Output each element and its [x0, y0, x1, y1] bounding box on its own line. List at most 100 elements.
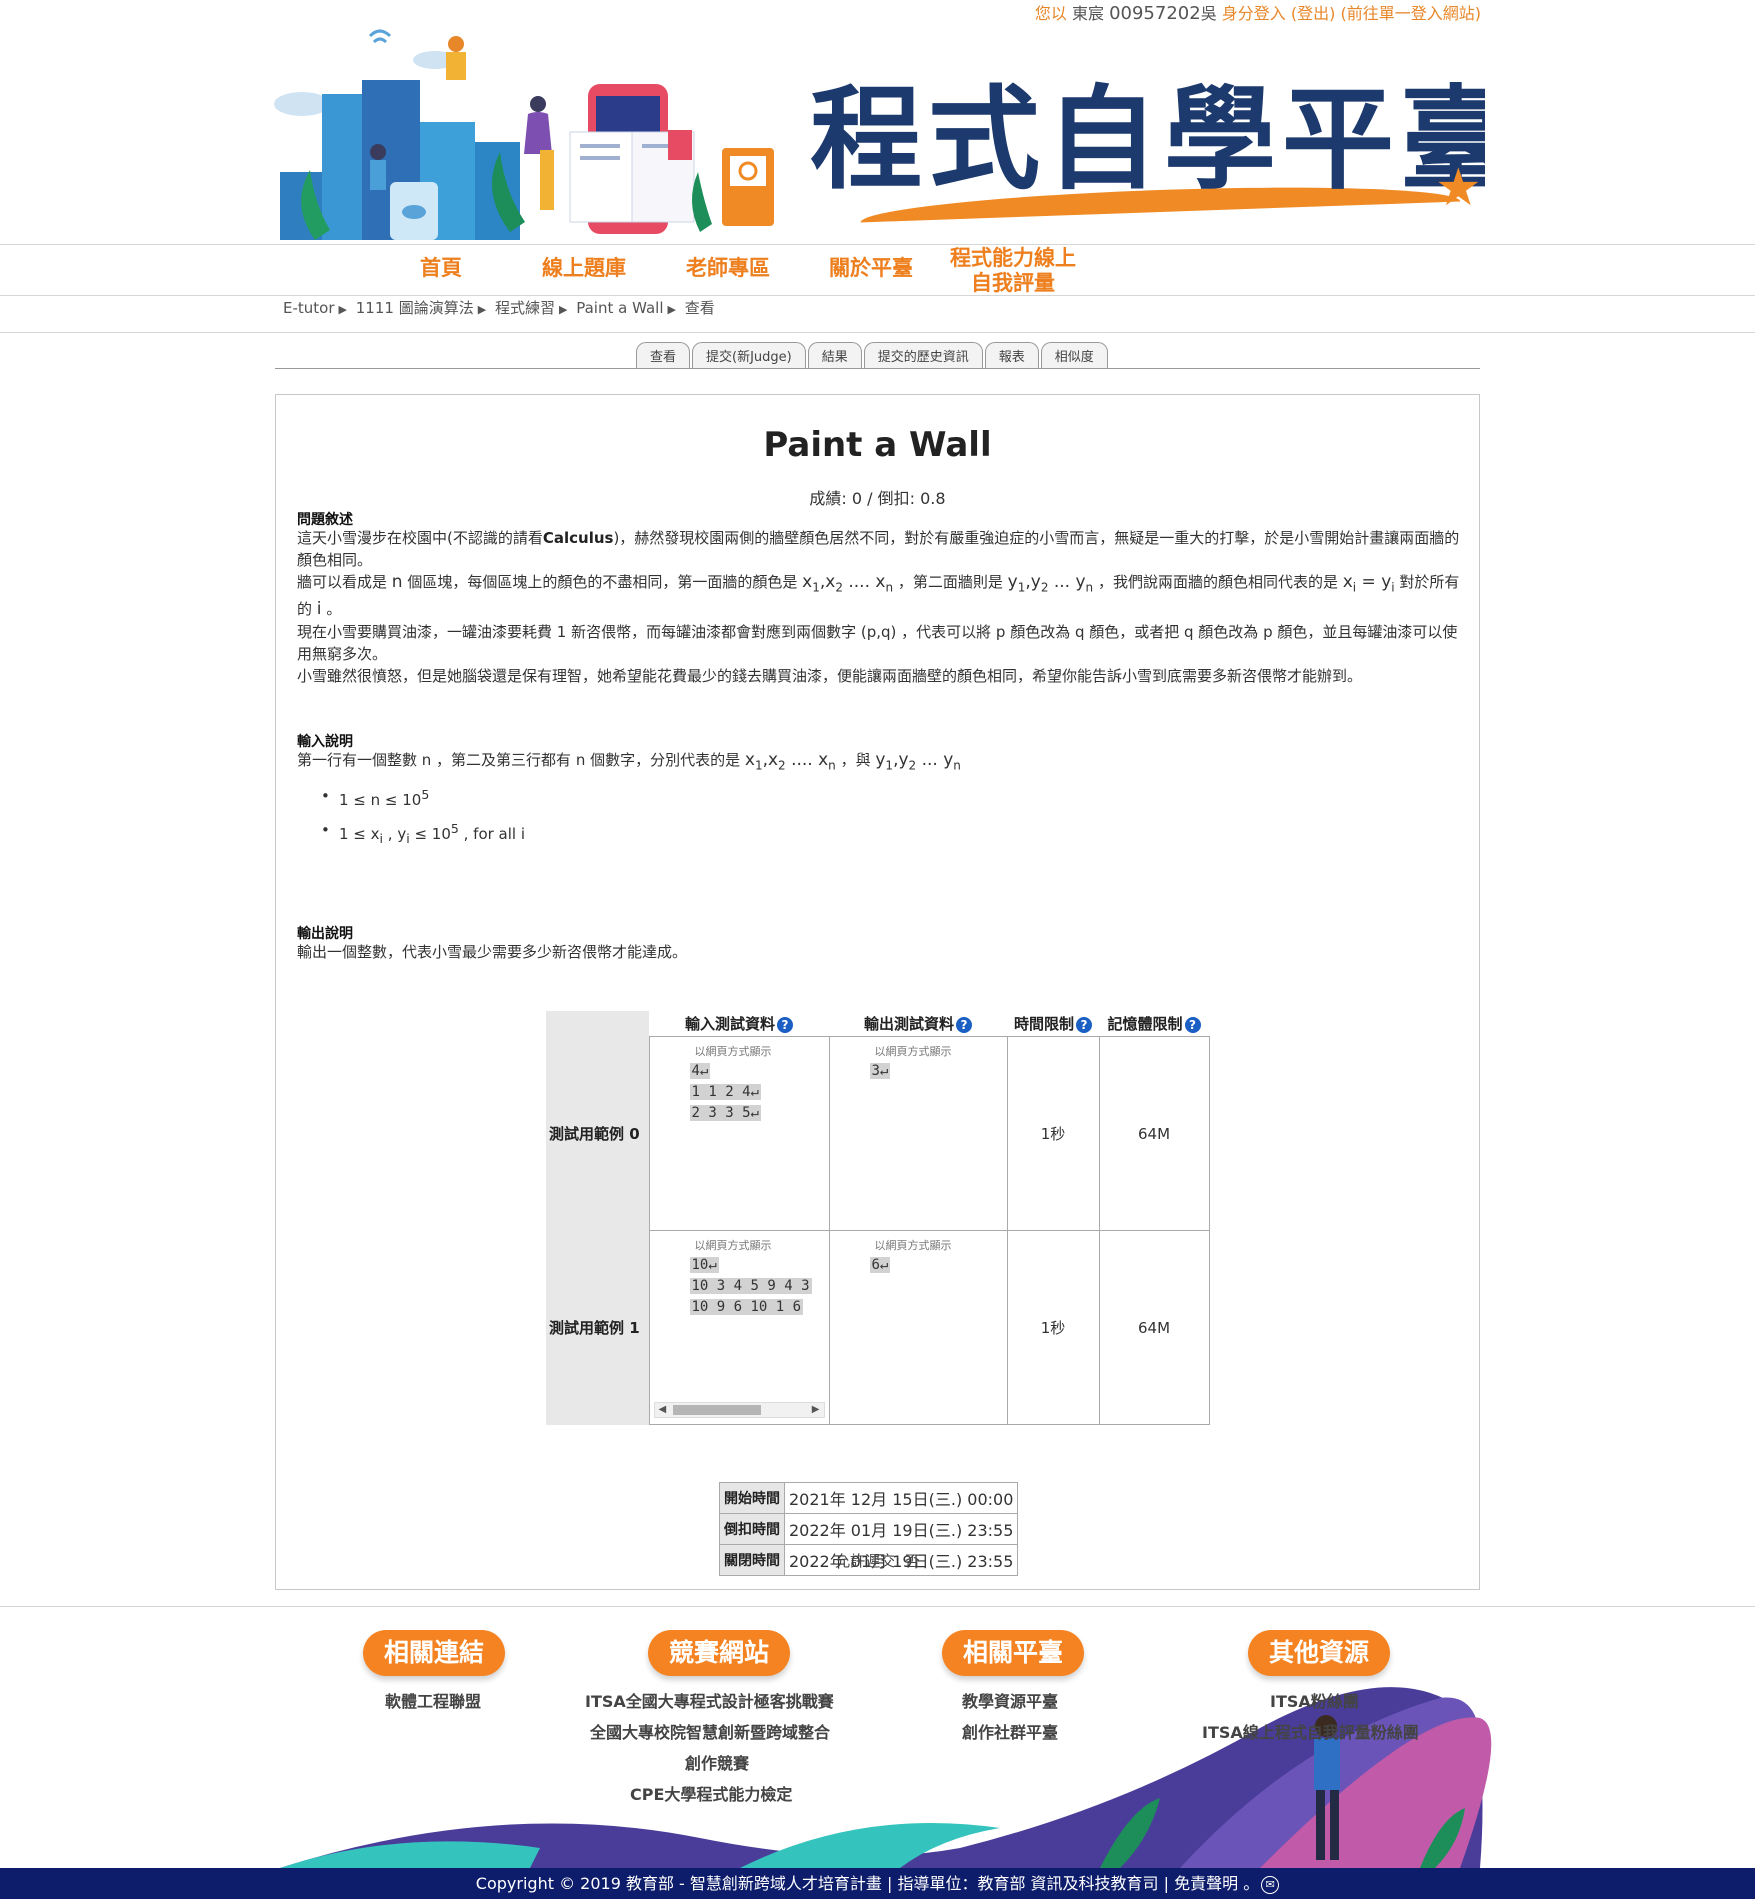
sample-header-memory: 記憶體限制?: [1099, 1011, 1209, 1037]
code-lines: 3↵: [830, 1061, 1007, 1082]
help-icon[interactable]: ?: [777, 1016, 793, 1033]
help-icon[interactable]: ?: [1076, 1016, 1092, 1033]
copyright-bar: Copyright © 2019 教育部 - 智慧創新跨域人才培育計畫 | 指導…: [0, 1868, 1755, 1899]
math-x-seq: x1,x2 .... xn: [802, 572, 894, 595]
description-text: ，我們說兩面牆的顏色相同代表的是: [1097, 573, 1338, 591]
code-box: 以網頁方式顯示 4↵ 1 1 2 4↵ 2 3 3 5↵: [650, 1037, 829, 1230]
code-lines: 4↵ 1 1 2 4↵ 2 3 3 5↵: [650, 1061, 829, 1124]
nav-self-assessment-line1: 程式能力線上: [950, 246, 1076, 270]
web-view-link[interactable]: 以網頁方式顯示: [830, 1037, 1007, 1059]
code-text: 4↵: [689, 1063, 711, 1079]
score-line: 成績: 0 / 倒扣: 0.8: [809, 489, 946, 508]
tab-similarity[interactable]: 相似度: [1040, 342, 1108, 368]
footer-link[interactable]: ITSA全國大專程式設計極客挑戰賽: [585, 1688, 834, 1712]
description-text: 。: [326, 600, 342, 619]
tab-report[interactable]: 報表: [984, 342, 1039, 368]
breadcrumb-separator-icon: ▶: [338, 303, 347, 316]
sample-header-input: 輸入測試資料?: [649, 1011, 829, 1037]
sample-label: 測試用範例 1: [546, 1230, 649, 1425]
scroll-left-icon[interactable]: ◀: [659, 1403, 667, 1417]
nav-top-divider: [0, 244, 1755, 245]
schedule-row: 開始時間 2021年 12月 15日(三.) 00:00: [719, 1482, 1019, 1514]
code-line: 3↵: [869, 1061, 1007, 1082]
description-paragraph-1: 這天小雪漫步在校園中(不認識的請看Calculus)，赫然發現校園兩側的牆壁顏色…: [297, 527, 1462, 571]
email-icon[interactable]: ✉: [1261, 1875, 1280, 1894]
constraint-text: 1 ≤ n ≤ 10: [339, 791, 422, 809]
description-text: 個區塊，每個區塊上的顏色的不盡相同，第一面牆的顏色是: [407, 573, 798, 591]
calculus-link[interactable]: Calculus: [543, 529, 614, 547]
footer-landscape-illustration: [280, 1687, 1492, 1868]
description-paragraph-4: 小雪雖然很憤怒，但是她腦袋還是保有理智，她希望能花費最少的錢去購買油漆，便能讓兩…: [297, 667, 1363, 685]
nav-problem-bank[interactable]: 線上題庫: [542, 256, 626, 281]
schedule-label: 開始時間: [719, 1482, 785, 1514]
math-i: i: [316, 599, 322, 620]
sample-header-time: 時間限制?: [1007, 1011, 1099, 1037]
nav-home[interactable]: 首頁: [420, 256, 462, 281]
breadcrumb-current: 查看: [684, 299, 715, 317]
breadcrumb-item[interactable]: Paint a Wall: [576, 299, 663, 317]
description-heading: 問題敘述: [297, 512, 353, 528]
input-text: ，與: [840, 751, 871, 769]
tab-view[interactable]: 查看: [636, 342, 691, 368]
nav-about[interactable]: 關於平臺: [829, 256, 913, 281]
sso-link[interactable]: (前往單一登入網站): [1341, 4, 1482, 23]
horizontal-scrollbar[interactable]: ◀ ▶: [653, 1402, 825, 1418]
constraint-item: 1 ≤ xi , yi ≤ 105 , for all i: [321, 821, 525, 846]
sample-row: 測試用範例 0 以網頁方式顯示 4↵ 1 1 2 4↵ 2 3 3 5↵ 以網頁…: [546, 1036, 1210, 1231]
time-limit-cell: 1秒: [1006, 1036, 1100, 1231]
web-view-link[interactable]: 以網頁方式顯示: [650, 1037, 829, 1059]
code-line: 10 3 4 5 9 4 3: [689, 1276, 829, 1297]
footer-link[interactable]: ITSA粉絲團: [1270, 1688, 1359, 1712]
sample-output-cell: 以網頁方式顯示 3↵: [828, 1036, 1008, 1231]
breadcrumb-item[interactable]: E-tutor: [283, 299, 335, 317]
code-line: 10 9 6 10 1 6: [689, 1297, 829, 1318]
help-icon[interactable]: ?: [956, 1016, 972, 1033]
scrollbar-thumb[interactable]: [672, 1405, 761, 1415]
footer-link[interactable]: 創作競賽: [685, 1750, 749, 1774]
code-line: 2 3 3 5↵: [689, 1103, 829, 1124]
code-text: 10↵: [689, 1257, 719, 1273]
sample-input-cell: 以網頁方式顯示 4↵ 1 1 2 4↵ 2 3 3 5↵: [648, 1036, 830, 1231]
code-text: 1 1 2 4↵: [689, 1084, 761, 1100]
schedule-value: 2021年 12月 15日(三.) 00:00: [783, 1482, 1019, 1514]
user-suffix: 吳: [1200, 4, 1217, 23]
banner-title: 程式自學平臺: [810, 75, 1485, 205]
footer-link[interactable]: 軟體工程聯盟: [385, 1688, 481, 1712]
tab-submit[interactable]: 提交(新Judge): [692, 342, 806, 368]
constraint-item: 1 ≤ n ≤ 105: [321, 787, 525, 809]
nav-self-assessment[interactable]: 程式能力線上 自我評量: [950, 246, 1076, 296]
code-lines: 10↵ 10 3 4 5 9 4 3 10 9 6 10 1 6: [650, 1255, 829, 1318]
breadcrumb-item[interactable]: 程式練習: [495, 299, 555, 317]
constraints-list: 1 ≤ n ≤ 105 1 ≤ xi , yi ≤ 105 , for all …: [321, 787, 525, 858]
memory-limit-cell: 64M: [1098, 1230, 1210, 1425]
nav-self-assessment-line2: 自我評量: [971, 271, 1055, 295]
problem-content: Paint a Wall 成績: 0 / 倒扣: 0.8 問題敘述 這天小雪漫步…: [275, 394, 1480, 1590]
logout-link[interactable]: (登出): [1291, 4, 1336, 23]
breadcrumb-separator-icon: ▶: [477, 303, 487, 316]
footer-platform-title: 相關平臺: [942, 1630, 1084, 1676]
footer-link[interactable]: ITSA線上程式自我評量粉絲團: [1202, 1719, 1419, 1743]
allow-late-text: 允許遲交: 否: [835, 1552, 920, 1570]
schedule-value: 2022年 01月 19日(三.) 23:55: [783, 1513, 1019, 1545]
footer-link[interactable]: 創作社群平臺: [962, 1719, 1058, 1743]
tab-results[interactable]: 結果: [807, 342, 862, 368]
nav-teacher-zone[interactable]: 老師專區: [686, 256, 770, 281]
footer-link[interactable]: 教學資源平臺: [962, 1688, 1058, 1712]
tab-history[interactable]: 提交的歷史資訊: [863, 342, 983, 368]
scroll-right-icon[interactable]: ▶: [812, 1403, 820, 1417]
help-icon[interactable]: ?: [1184, 1016, 1201, 1033]
header-label: 記憶體限制: [1107, 1015, 1183, 1033]
tabs-underline: [275, 368, 1480, 369]
footer-link[interactable]: CPE大學程式能力檢定: [630, 1781, 792, 1805]
sample-header-output: 輸出測試資料?: [829, 1011, 1007, 1037]
code-text: 6↵: [869, 1257, 891, 1273]
site-banner[interactable]: 程式自學平臺 ★: [270, 22, 1485, 244]
web-view-link[interactable]: 以網頁方式顯示: [650, 1231, 829, 1253]
web-view-link[interactable]: 以網頁方式顯示: [830, 1231, 1007, 1253]
breadcrumb-separator-icon: ▶: [558, 303, 568, 316]
breadcrumb-item[interactable]: 1111 圖論演算法: [356, 299, 474, 317]
banner-illustration: [274, 29, 774, 240]
footer-link[interactable]: 全國大專校院智慧創新暨跨域整合: [590, 1719, 830, 1743]
code-box: 以網頁方式顯示 6↵: [830, 1231, 1007, 1424]
user-name: 東宸: [1071, 4, 1104, 23]
